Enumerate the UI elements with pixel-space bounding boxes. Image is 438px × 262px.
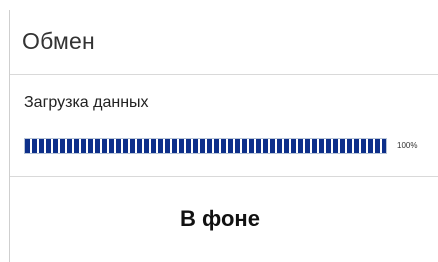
dialog-title: Обмен (22, 28, 95, 54)
progress-bar (24, 138, 387, 154)
progress-percent-label: 100% (397, 141, 418, 150)
run-in-background-button[interactable]: В фоне (120, 196, 320, 242)
exchange-dialog: Обмен Загрузка данных 100% В фоне (0, 0, 438, 262)
footer-divider (10, 176, 438, 177)
progress-fill (25, 139, 386, 153)
status-text: Загрузка данных (24, 94, 149, 111)
progress-track (24, 138, 387, 154)
dialog-header: Обмен (10, 14, 438, 74)
header-divider (10, 74, 438, 75)
